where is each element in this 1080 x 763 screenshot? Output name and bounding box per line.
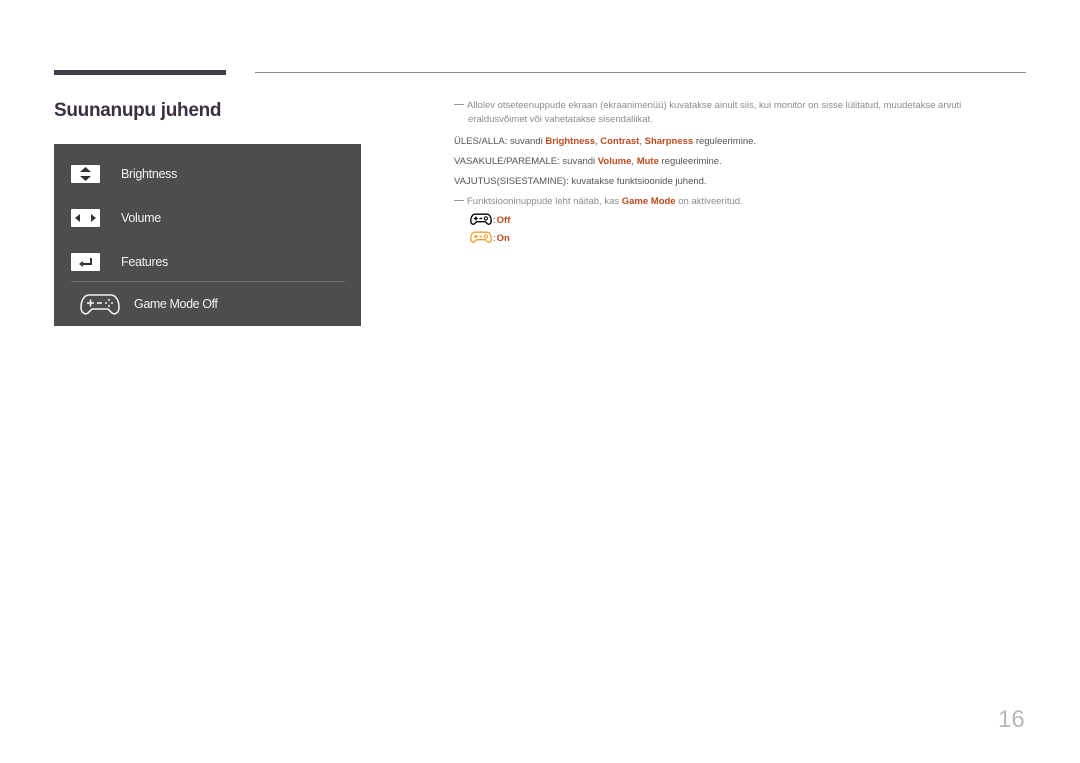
updown-prefix: ÜLES/ALLA: suvandi: [454, 136, 546, 147]
enter-icon: [71, 253, 100, 271]
state-on: : On: [469, 230, 510, 247]
updown-line: ÜLES/ALLA: suvandi Brightness, Contrast,…: [454, 136, 756, 147]
hl-game-mode: Game Mode: [621, 196, 676, 207]
osd-label: Features: [121, 255, 168, 269]
colon: :: [493, 233, 496, 244]
press-line: VAJUTUS(SISESTAMINE): kuvatakse funktsio…: [454, 176, 707, 187]
osd-item-game-mode: Game Mode Off: [79, 291, 218, 322]
gamepad-icon: [79, 291, 121, 322]
note-text: on aktiveeritud.: [675, 196, 743, 207]
hl-volume: Volume: [597, 156, 632, 167]
note-dash: [454, 200, 464, 201]
hl-mute: Mute: [636, 156, 659, 167]
left-right-arrows-icon: [71, 209, 100, 227]
note-dash: [454, 104, 464, 105]
osd-divider: [71, 281, 345, 282]
state-off: : Off: [469, 212, 510, 229]
note-2: Funktsiooninuppude leht näitab, kas Game…: [454, 196, 743, 207]
osd-label: Brightness: [121, 167, 178, 181]
note-text: Funktsiooninuppude leht näitab, kas: [467, 196, 622, 207]
note-1-cont: eraldusvõimet või vahetatakse sisendalli…: [468, 114, 653, 125]
osd-item-volume: Volume: [71, 208, 161, 228]
state-on-label: On: [496, 233, 510, 244]
game-mode-label: Game Mode Off: [134, 297, 218, 311]
leftright-suffix: reguleerimine.: [658, 156, 722, 167]
page-number: 16: [998, 706, 1025, 733]
header-rule: [255, 72, 1026, 73]
note-1: Allolev otseteenuppude ekraan (ekraanime…: [454, 100, 961, 111]
leftright-prefix: VASAKULE/PAREMALE: suvandi: [454, 156, 598, 167]
colon: :: [493, 215, 496, 226]
state-off-label: Off: [496, 215, 511, 226]
gamepad-off-icon: [469, 212, 493, 229]
header-accent-bar: [54, 70, 226, 75]
osd-label: Volume: [121, 211, 161, 225]
page-title: Suunanupu juhend: [54, 100, 222, 121]
hl-sharpness: Sharpness: [644, 136, 694, 147]
hl-brightness: Brightness: [545, 136, 595, 147]
osd-panel: Brightness Volume Features Game Mode Off: [54, 144, 361, 326]
up-down-arrows-icon: [71, 165, 100, 183]
osd-item-brightness: Brightness: [71, 164, 177, 184]
hl-contrast: Contrast: [600, 136, 640, 147]
osd-item-features: Features: [71, 252, 168, 272]
note-text: Allolev otseteenuppude ekraan (ekraanime…: [467, 100, 962, 111]
gamepad-on-icon: [469, 230, 493, 247]
updown-suffix: reguleerimine.: [693, 136, 757, 147]
leftright-line: VASAKULE/PAREMALE: suvandi Volume, Mute …: [454, 156, 722, 167]
